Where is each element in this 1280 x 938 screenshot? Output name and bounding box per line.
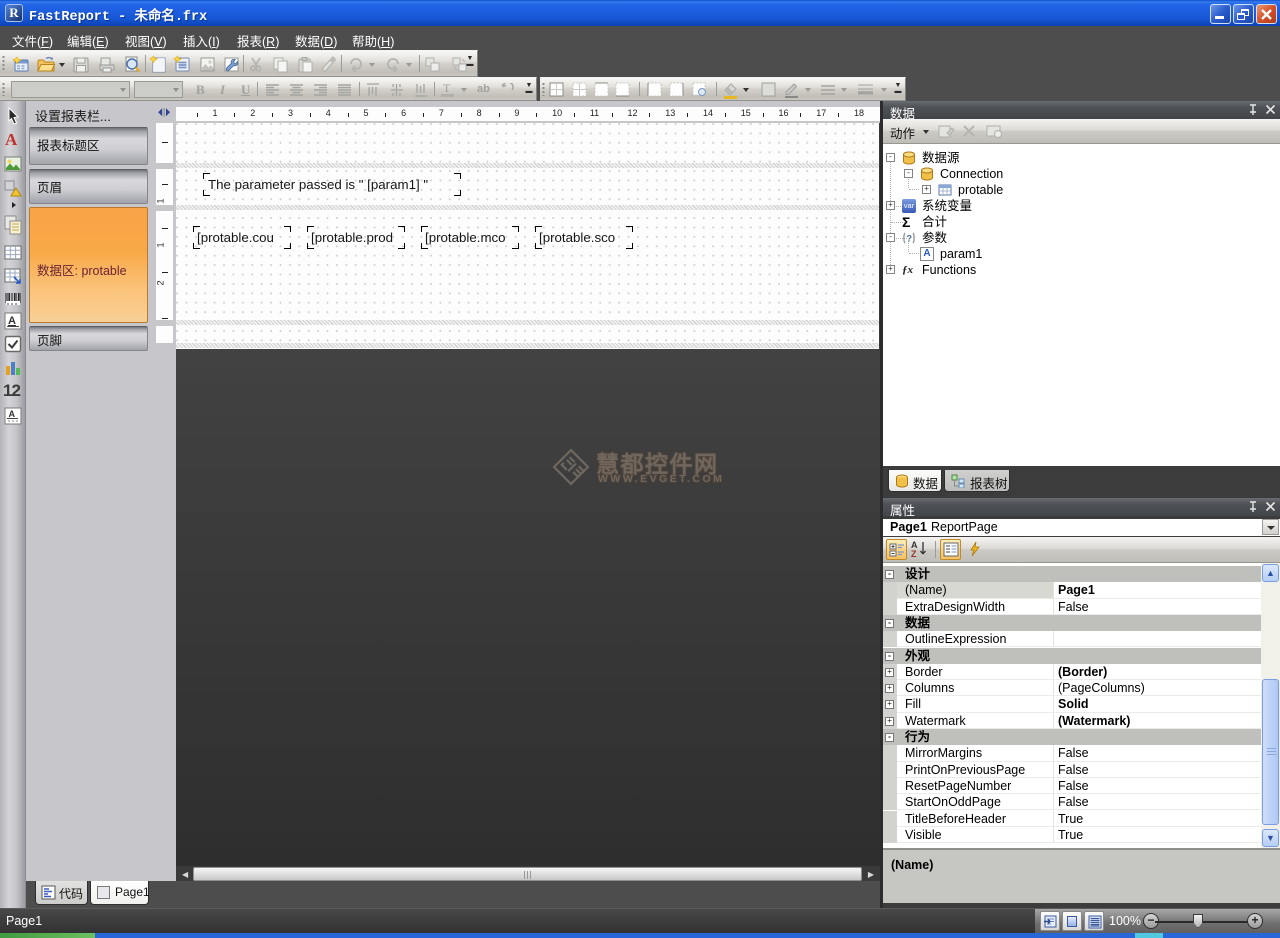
svg-text:?: ? (907, 234, 913, 244)
svg-text:A: A (9, 409, 16, 419)
svg-text:A: A (8, 315, 16, 327)
svg-text:Z: Z (911, 549, 917, 558)
